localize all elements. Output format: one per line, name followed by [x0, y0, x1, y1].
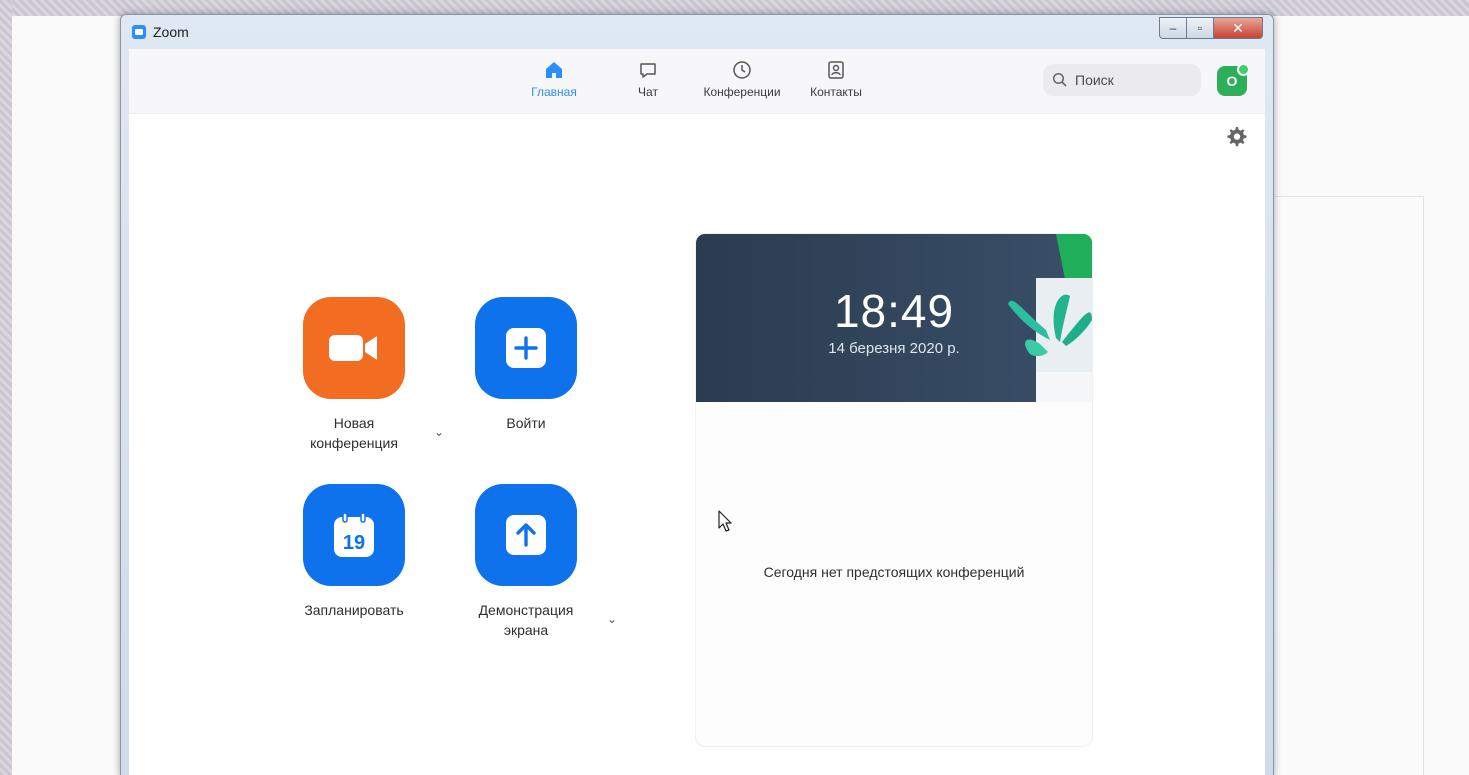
new-meeting-dropdown-caret[interactable]: ⌄ [434, 425, 444, 439]
share-screen-label-line1: Демонстрация [478, 602, 574, 618]
tab-meetings[interactable]: Конференции [697, 59, 787, 99]
share-screen-icon [506, 515, 546, 555]
share-screen-dropdown-caret[interactable]: ⌄ [607, 612, 617, 626]
tab-contacts[interactable]: Контакты [791, 59, 881, 99]
new-meeting-tile: Новая конференция [284, 297, 424, 453]
window-title: Zoom [153, 24, 189, 40]
clock-icon [733, 61, 751, 79]
share-screen-label: Демонстрация экрана [456, 600, 596, 640]
title-bar[interactable]: Zoom – ▫ ✕ [121, 15, 1273, 49]
join-label: Войти [506, 415, 546, 431]
zoom-logo-icon [132, 25, 146, 39]
search-input[interactable]: Поиск [1043, 64, 1201, 96]
plus-icon [506, 328, 546, 368]
minimize-button[interactable]: – [1159, 17, 1187, 39]
tab-meetings-label: Конференции [703, 85, 781, 99]
calendar-icon: 19 [334, 512, 374, 557]
desktop-left-strip [0, 0, 12, 775]
new-meeting-button[interactable] [303, 297, 405, 399]
join-button[interactable] [475, 297, 577, 399]
avatar[interactable]: О [1217, 63, 1250, 96]
online-status-dot [1237, 63, 1250, 76]
search-icon [1052, 72, 1067, 87]
video-camera-icon [329, 335, 377, 361]
tab-chat[interactable]: Чат [603, 59, 693, 99]
share-screen-label-line2: экрана [503, 622, 549, 638]
new-meeting-label-line1: Новая [333, 415, 375, 431]
tab-home-label: Главная [531, 85, 577, 99]
close-button[interactable]: ✕ [1214, 17, 1263, 39]
join-tile: Войти [456, 297, 596, 433]
home-icon [546, 62, 562, 78]
share-screen-button[interactable] [475, 484, 577, 586]
search-placeholder: Поиск [1075, 72, 1114, 88]
app-content: Главная Чат Конференции Контакты Поиск О… [129, 49, 1265, 775]
share-screen-tile: Демонстрация экрана [456, 484, 596, 640]
plant-illustration-icon [1008, 234, 1092, 402]
avatar-initial: О [1226, 73, 1238, 89]
zoom-window: Zoom – ▫ ✕ Главная Чат Конференции Конта… [120, 14, 1274, 775]
clock-banner: 18:49 14 березня 2020 р. [696, 234, 1092, 402]
no-meetings-message: Сегодня нет предстоящих конференций [763, 564, 1025, 580]
background-window [1270, 196, 1424, 775]
contacts-icon [828, 61, 844, 79]
maximize-button[interactable]: ▫ [1187, 17, 1214, 39]
tab-contacts-label: Контакты [810, 85, 862, 99]
new-meeting-label: Новая конференция [284, 413, 424, 453]
schedule-button[interactable]: 19 [303, 484, 405, 586]
schedule-tile: 19 Запланировать [284, 484, 424, 620]
chat-icon [640, 63, 656, 78]
calendar-day-number: 19 [343, 532, 365, 554]
schedule-label: Запланировать [304, 602, 404, 618]
upcoming-meetings-card: 18:49 14 березня 2020 р. Сегодня нет пре… [695, 233, 1093, 747]
tab-chat-label: Чат [638, 85, 658, 99]
mouse-cursor-icon [718, 510, 732, 532]
window-controls: – ▫ ✕ [1159, 17, 1263, 39]
top-navigation: Главная Чат Конференции Контакты Поиск О [129, 49, 1265, 114]
new-meeting-label-line2: конференция [310, 435, 398, 451]
tab-home[interactable]: Главная [509, 59, 599, 99]
gear-icon[interactable] [1225, 125, 1247, 147]
